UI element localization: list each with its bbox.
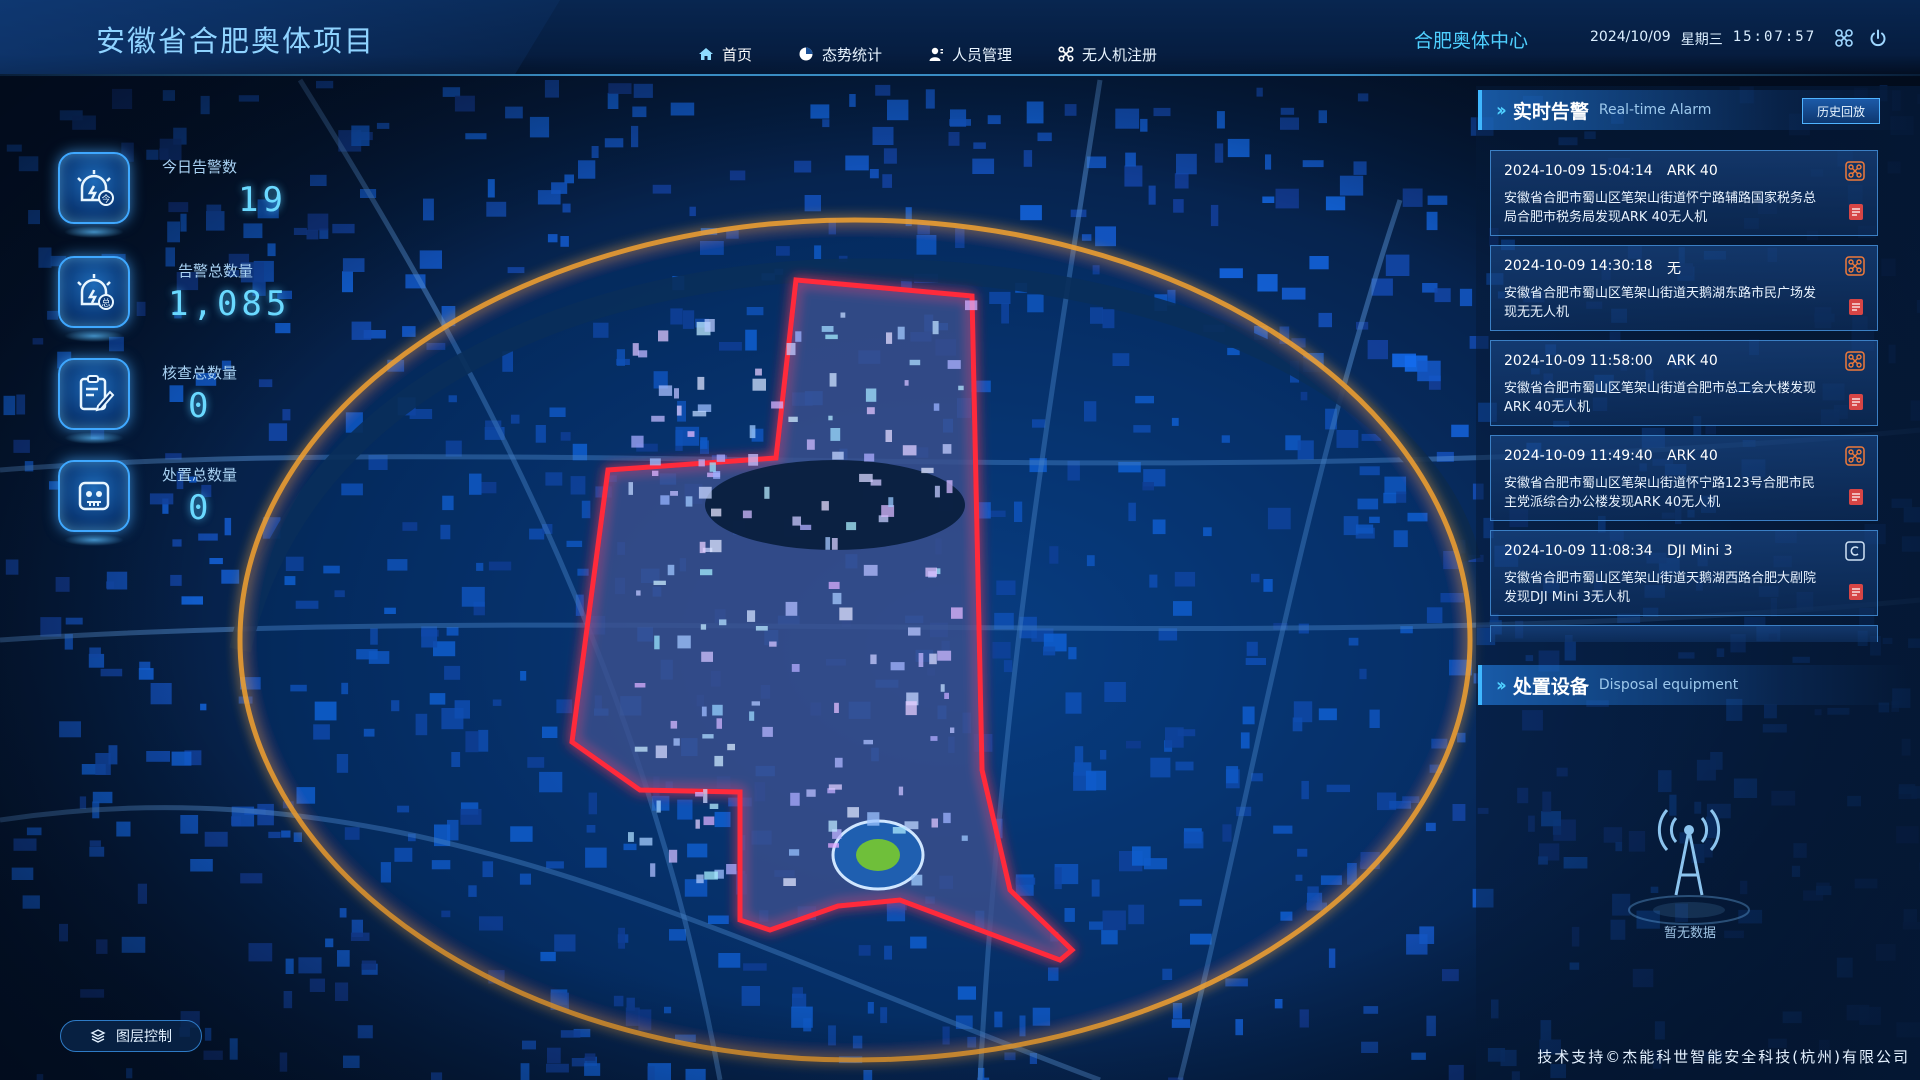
tab-situation-stats[interactable]: 态势统计	[776, 38, 904, 70]
stat-value: 1,085	[168, 284, 291, 324]
drone-settings-icon[interactable]	[1834, 28, 1854, 48]
stat-base-glow	[64, 432, 124, 444]
stat-base-glow	[64, 226, 124, 238]
tab-drone-registration-label: 无人机注册	[1082, 45, 1158, 64]
stat-label: 核查总数量	[162, 364, 238, 382]
section-title: 处置设备	[1512, 675, 1589, 698]
disposal-icon	[58, 460, 130, 532]
alarm-time: 2024-10-09 11:08:34	[1504, 543, 1653, 559]
report-icon[interactable]	[1847, 393, 1865, 411]
alarm-time: 2024-10-09 15:04:14	[1504, 163, 1653, 179]
drone-alert-icon[interactable]	[1845, 161, 1865, 181]
alarm-description: 安徽省合肥市蜀山区笔架山街道天鹅湖西路合肥大剧院发现DJI Mini 3无人机	[1504, 571, 1817, 605]
alarm-card[interactable]: 2024-10-09 11:58:00 ARK 40 安徽省合肥市蜀山区笔架山街…	[1490, 340, 1878, 426]
chevron-right-icon: ››	[1496, 99, 1507, 121]
layer-control-label: 图层控制	[116, 1029, 172, 1045]
stat-total-alarms: 总 告警总数量 1,085	[58, 256, 318, 346]
tab-personnel[interactable]: 人员管理	[906, 38, 1034, 70]
tab-drone-registration[interactable]: 无人机注册	[1036, 38, 1179, 70]
copyright-status-icon[interactable]	[1845, 541, 1865, 561]
alarm-model: 无	[1667, 261, 1681, 277]
alarm-card-partial[interactable]	[1490, 625, 1878, 642]
alarm-list[interactable]: 2024-10-09 15:04:14 ARK 40 安徽省合肥市蜀山区笔架山街…	[1490, 150, 1878, 642]
alarm-description: 安徽省合肥市蜀山区笔架山街道合肥市总工会大楼发现ARK 40无人机	[1504, 381, 1817, 415]
alarm-description: 安徽省合肥市蜀山区笔架山街道怀宁路辅路国家税务总局合肥市税务局发现ARK 40无…	[1504, 191, 1817, 225]
stat-today-alarms: 今 今日告警数 19	[58, 152, 318, 242]
stat-label: 处置总数量	[162, 466, 238, 484]
report-icon[interactable]	[1847, 488, 1865, 506]
footer-credit: 技术支持©杰能科世智能安全科技(杭州)有限公司	[1537, 1048, 1910, 1066]
alarm-description: 安徽省合肥市蜀山区笔架山街道怀宁路123号合肥市民主党派综合办公楼发现ARK 4…	[1504, 476, 1815, 510]
signal-tower-icon	[1628, 809, 1750, 925]
stat-base-glow	[64, 330, 124, 342]
power-icon[interactable]	[1868, 28, 1888, 48]
header-divider	[0, 74, 1920, 76]
layers-icon	[90, 1029, 106, 1043]
alarm-time: 2024-10-09 11:58:00	[1504, 353, 1653, 369]
tab-situation-stats-label: 态势统计	[822, 45, 883, 64]
alarm-total-icon: 总	[58, 256, 130, 328]
alarm-model: ARK 40	[1667, 163, 1718, 179]
report-icon[interactable]	[1847, 583, 1865, 601]
tab-home-label: 首页	[722, 45, 753, 64]
alarm-card[interactable]: 2024-10-09 14:30:18 无 安徽省合肥市蜀山区笔架山街道天鹅湖东…	[1490, 245, 1878, 331]
alarm-today-icon: 今	[58, 152, 130, 224]
alarm-model: DJI Mini 3	[1667, 543, 1733, 559]
alarm-model: ARK 40	[1667, 448, 1718, 464]
drone-icon	[1058, 46, 1074, 62]
report-icon[interactable]	[1847, 203, 1865, 221]
section-subtitle: Real-time Alarm	[1598, 102, 1712, 118]
stat-base-glow	[64, 534, 124, 546]
alarm-model: ARK 40	[1667, 353, 1718, 369]
date-text: 2024/10/09	[1590, 29, 1671, 45]
section-title: 实时告警	[1512, 100, 1589, 123]
drone-alert-icon[interactable]	[1845, 446, 1865, 466]
stat-total-disposals: 处置总数量 0	[58, 460, 318, 550]
drone-alert-icon[interactable]	[1845, 351, 1865, 371]
tab-personnel-label: 人员管理	[952, 45, 1013, 64]
main-nav: 首页 态势统计 人员管理 无人机注册	[676, 38, 1181, 70]
alarm-card[interactable]: 2024-10-09 11:49:40 ARK 40 安徽省合肥市蜀山区笔架山街…	[1490, 435, 1878, 521]
stat-label: 告警总数量	[178, 262, 254, 280]
svg-text:今: 今	[101, 193, 110, 205]
checklist-icon	[58, 358, 130, 430]
empty-state-illustration	[1614, 790, 1764, 940]
home-icon	[699, 48, 713, 60]
disposal-equipment-header: ›› 处置设备 Disposal equipment	[1478, 665, 1908, 705]
user-icon	[929, 47, 944, 61]
venue-name: 合肥奥体中心	[1414, 30, 1529, 52]
alarm-card[interactable]: 2024-10-09 15:04:14 ARK 40 安徽省合肥市蜀山区笔架山街…	[1490, 150, 1878, 236]
stat-label: 今日告警数	[162, 158, 238, 176]
alarm-time: 2024-10-09 11:49:40	[1504, 448, 1653, 464]
stat-total-checks: 核查总数量 0	[58, 358, 318, 448]
section-subtitle: Disposal equipment	[1598, 677, 1739, 693]
tab-home[interactable]: 首页	[676, 38, 774, 70]
svg-text:总: 总	[101, 297, 110, 309]
alarm-time: 2024-10-09 14:30:18	[1504, 258, 1653, 274]
time-text: 15:07:57	[1732, 29, 1817, 45]
report-icon[interactable]	[1847, 298, 1865, 316]
stat-value: 0	[188, 488, 213, 528]
app-title: 安徽省合肥奥体项目	[96, 24, 376, 58]
empty-state-text: 暂无数据	[1663, 926, 1716, 941]
stat-value: 19	[238, 180, 287, 220]
chevron-right-icon: ››	[1496, 674, 1507, 696]
history-playback-button[interactable]: 历史回放	[1802, 98, 1880, 124]
stat-value: 0	[188, 386, 213, 426]
alarm-description: 安徽省合肥市蜀山区笔架山街道天鹅湖东路市民广场发现无无人机	[1504, 286, 1817, 320]
drone-alert-icon[interactable]	[1845, 256, 1865, 276]
pie-chart-icon	[799, 47, 813, 61]
alarm-card[interactable]: 2024-10-09 11:08:34 DJI Mini 3 安徽省合肥市蜀山区…	[1490, 530, 1878, 616]
layer-control-button[interactable]: 图层控制	[60, 1020, 202, 1052]
datetime: 2024/10/09 星期三 15:07:57	[1590, 29, 1816, 49]
weekday-text: 星期三	[1680, 32, 1723, 48]
top-header: 安徽省合肥奥体项目 首页 态势统计 人员管理 无人机注册 合肥奥体中心 2024…	[0, 0, 1920, 78]
